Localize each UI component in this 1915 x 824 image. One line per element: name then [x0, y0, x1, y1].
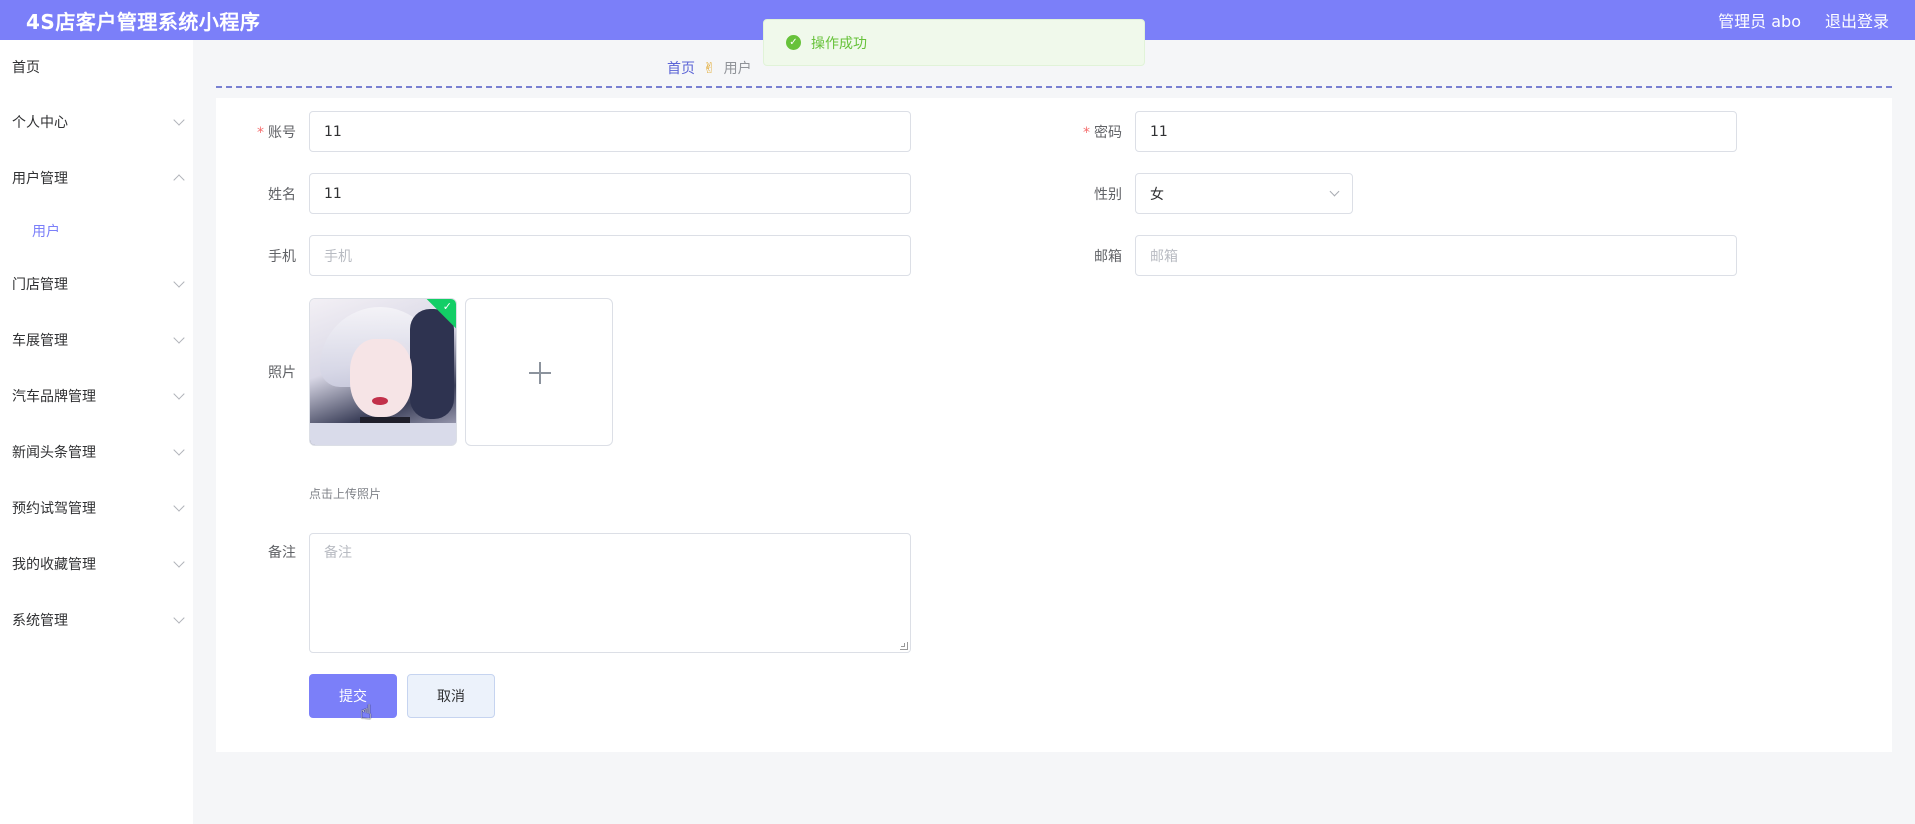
remark-textarea[interactable]: 备注 — [309, 533, 911, 653]
sidebar-item-favorites-management[interactable]: 我的收藏管理 — [0, 536, 193, 592]
phone-input[interactable]: 手机 — [309, 235, 911, 276]
name-label: 姓名 — [268, 187, 296, 203]
remark-label: 备注 — [268, 545, 296, 561]
sidebar-item-label: 车展管理 — [12, 333, 68, 349]
breadcrumb: 首页 ✌ 用户 — [667, 58, 752, 78]
toast-message: 操作成功 — [811, 35, 867, 52]
name-input[interactable]: 11 — [309, 173, 911, 214]
sidebar-item-test-drive-management[interactable]: 预约试驾管理 — [0, 480, 193, 536]
breadcrumb-current: 用户 — [723, 61, 752, 77]
sidebar-item-label: 新闻头条管理 — [12, 445, 96, 461]
email-label: 邮箱 — [1094, 249, 1122, 265]
chevron-down-icon — [173, 388, 185, 400]
success-toast: ✓ 操作成功 — [763, 19, 1145, 66]
uploaded-photo[interactable]: ✓ — [309, 298, 457, 446]
sidebar-item-auto-show-management[interactable]: 车展管理 — [0, 312, 193, 368]
app-title: 4S店客户管理系统小程序 — [26, 9, 261, 34]
photo-thumbnail — [310, 299, 456, 445]
header-actions: 管理员 abo 退出登录 — [1718, 8, 1889, 32]
password-input[interactable]: 11 — [1135, 111, 1737, 152]
sidebar-item-car-brand-management[interactable]: 汽车品牌管理 — [0, 368, 193, 424]
sidebar-item-label: 我的收藏管理 — [12, 557, 96, 573]
resize-handle[interactable] — [900, 642, 908, 650]
sidebar-item-label: 个人中心 — [12, 115, 68, 131]
success-check-icon: ✓ — [786, 35, 801, 50]
upload-tip: 点击上传照片 — [309, 487, 382, 501]
breadcrumb-home-link[interactable]: 首页 — [667, 58, 695, 78]
user-label[interactable]: 管理员 abo — [1718, 8, 1801, 32]
account-input[interactable]: 11 — [309, 111, 911, 152]
sidebar-item-store-management[interactable]: 门店管理 — [0, 256, 193, 312]
sidebar-item-label: 汽车品牌管理 — [12, 389, 96, 405]
chevron-down-icon — [173, 114, 185, 126]
phone-label: 手机 — [268, 249, 296, 265]
hand-icon: ✌ — [703, 59, 716, 77]
gender-label: 性别 — [1094, 187, 1122, 203]
logout-button[interactable]: 退出登录 — [1825, 8, 1889, 32]
chevron-up-icon — [173, 174, 185, 186]
chevron-down-icon — [173, 444, 185, 456]
account-label: * 账号 — [257, 125, 296, 141]
sidebar-item-system-management[interactable]: 系统管理 — [0, 592, 193, 648]
sidebar-menu: 首页 个人中心 用户管理 用户 门店管理 车展管理 汽车品牌管理 新闻头条管理 … — [0, 40, 193, 824]
chevron-down-icon — [173, 612, 185, 624]
sidebar-item-label: 预约试驾管理 — [12, 501, 96, 517]
upload-photo-button[interactable] — [465, 298, 613, 446]
sidebar-item-label: 门店管理 — [12, 277, 68, 293]
remark-placeholder: 备注 — [324, 545, 352, 561]
chevron-down-icon — [1329, 186, 1340, 197]
sidebar-item-label: 首页 — [12, 60, 40, 76]
submit-button[interactable]: 提交 — [309, 674, 397, 718]
sidebar-item-home[interactable]: 首页 — [0, 40, 193, 94]
photo-label: 照片 — [268, 365, 296, 381]
chevron-down-icon — [173, 276, 185, 288]
gender-select[interactable]: 女 — [1135, 173, 1353, 214]
user-form-card: * 账号 11 * 密码 11 姓名 11 性别 女 手机 手机 邮箱 邮箱 照片 … — [216, 98, 1892, 752]
email-input[interactable]: 邮箱 — [1135, 235, 1737, 276]
sidebar-subitem-user[interactable]: 用户 — [0, 206, 193, 256]
password-label: * 密码 — [1083, 125, 1122, 141]
sidebar-item-user-management[interactable]: 用户管理 — [0, 150, 193, 206]
check-icon: ✓ — [442, 300, 452, 313]
sidebar-item-news-management[interactable]: 新闻头条管理 — [0, 424, 193, 480]
sidebar-item-personal-center[interactable]: 个人中心 — [0, 94, 193, 150]
chevron-down-icon — [173, 556, 185, 568]
sidebar-item-label: 系统管理 — [12, 613, 68, 629]
hand-pointer-cursor-icon: ☝ — [360, 700, 373, 724]
gender-select-value: 女 — [1150, 186, 1164, 203]
dashed-divider — [216, 86, 1892, 88]
chevron-down-icon — [173, 332, 185, 344]
sidebar-subitem-label: 用户 — [32, 224, 60, 240]
cancel-button[interactable]: 取消 — [407, 674, 495, 718]
sidebar-item-label: 用户管理 — [12, 171, 68, 187]
chevron-down-icon — [173, 500, 185, 512]
